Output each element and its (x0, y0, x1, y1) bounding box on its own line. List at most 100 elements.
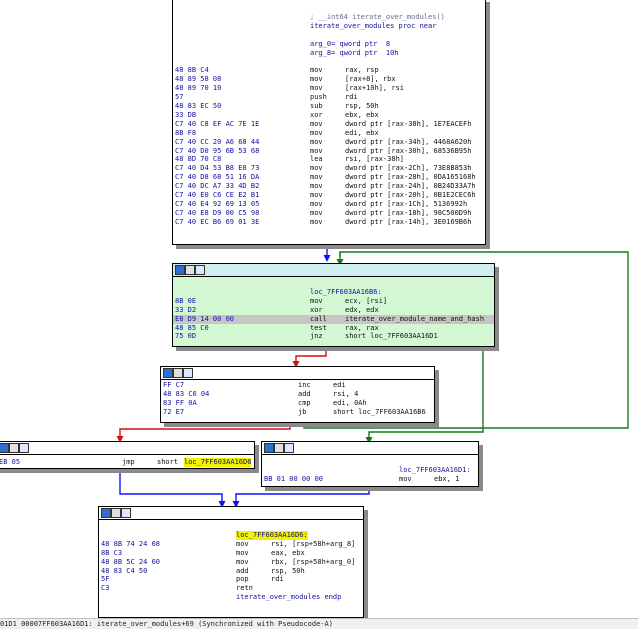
asm-label-line[interactable]: ; __int64 iterate_over_modules() (173, 13, 485, 22)
asm-operand: eax, ebx (271, 548, 305, 557)
jump-target-highlight[interactable]: loc_7FF603AA16D6 (184, 458, 252, 467)
asm-line[interactable]: EB 05 jmp short loc_7FF603AA16D6 (0, 458, 254, 467)
asm-line[interactable]: C7 40 E4 92 69 13 05 mov dword ptr [rax-1C… (173, 200, 485, 209)
asm-line[interactable]: C7 40 D8 68 51 16 DA mov dword ptr [rax-28… (173, 173, 485, 182)
group-icon[interactable] (284, 443, 294, 453)
edit-icon[interactable] (173, 368, 183, 378)
asm-mnemonic: mov (236, 557, 249, 566)
node-epilogue[interactable]: loc_7FF603AA16D6: 48 8B 74 24 68 mov rsi, [… (98, 506, 364, 618)
asm-line[interactable]: 75 0D jnz short loc_7FF603AA16D1 (173, 332, 494, 341)
asm-operand: edi, 0Ah (333, 398, 367, 407)
asm-line[interactable]: C7 40 E8 D9 00 C5 98 mov dword ptr [rax-18… (173, 209, 485, 218)
asm-bytes: 48 8D 70 C8 (175, 155, 222, 164)
asm-line[interactable]: 48 8B C4 mov rax, rsp (173, 66, 485, 75)
asm-mnemonic: mov (310, 128, 323, 137)
asm-line[interactable]: C3 retn (99, 584, 363, 593)
asm-line[interactable]: 5F pop rdi (99, 575, 363, 584)
asm-bytes: 48 8B 74 24 68 (101, 539, 161, 548)
asm-mnemonic: jnz (310, 332, 323, 341)
asm-line[interactable]: 33 DB xor ebx, ebx (173, 111, 485, 120)
asm-label-line[interactable]: loc_7FF603AA16B6: (173, 288, 494, 297)
edge-jb-false[interactable] (119, 421, 291, 437)
group-icon[interactable] (195, 265, 205, 275)
asm-text: loc_7FF603AA16B6: (310, 287, 382, 296)
asm-operand: rbx, [rsp+58h+arg_0] (271, 557, 356, 566)
asm-line[interactable]: 48 83 C6 04 add rsi, 4 (161, 390, 434, 399)
asm-line[interactable]: C7 40 E0 C6 CE E2 B1 mov dword ptr [rax-20… (173, 191, 485, 200)
asm-operand: dword ptr [rax-28h], 0DA165168h (345, 173, 476, 182)
asm-line[interactable]: 8B 0E mov ecx, [rsi] (173, 297, 494, 306)
node-loop-head[interactable]: loc_7FF603AA16B6: 8B 0E mov ecx, [rsi] 33 D2… (172, 263, 495, 347)
asm-line[interactable]: C7 40 CC 20 A6 68 44 mov dword ptr [rax-34… (173, 138, 485, 147)
graph-color-icon[interactable] (0, 443, 9, 453)
asm-line[interactable]: 48 83 EC 50 sub rsp, 50h (173, 102, 485, 111)
asm-line[interactable]: 48 89 70 10 mov [rax+10h], rsi (173, 84, 485, 93)
node-loop-increment[interactable]: FF C7 inc edi 48 83 C6 04 add rsi, 4 83 FF 0A c… (160, 366, 435, 423)
asm-operand: rdi (345, 93, 358, 102)
asm-label-line[interactable] (173, 58, 485, 67)
asm-line[interactable]: 33 D2 xor edx, edx (173, 306, 494, 315)
graph-color-icon[interactable] (264, 443, 274, 453)
asm-operand: dword ptr [rax-34h], 4468A620h (345, 137, 472, 146)
edge-jnz-false[interactable] (295, 345, 327, 362)
node-function-entry[interactable]: ; __int64 iterate_over_modules() iterate_… (172, 0, 486, 245)
asm-line[interactable]: 48 8B 5C 24 60 mov rbx, [rsp+58h+arg_0] (99, 558, 363, 567)
asm-line[interactable]: 72 E7 jb short loc_7FF603AA16B6 (161, 408, 434, 417)
asm-line[interactable]: 48 8B 74 24 68 mov rsi, [rsp+58h+arg_8] (99, 540, 363, 549)
group-icon[interactable] (183, 368, 193, 378)
asm-line[interactable]: 83 FF 0A cmp edi, 0Ah (161, 399, 434, 408)
edit-icon[interactable] (274, 443, 284, 453)
asm-label-line[interactable] (173, 279, 494, 288)
asm-mnemonic: mov (310, 191, 323, 199)
asm-mnemonic: jb (298, 407, 307, 416)
asm-line[interactable]: 57 push rdi (173, 93, 485, 102)
asm-label-line[interactable]: loc_7FF603AA16D1: (262, 466, 478, 475)
asm-label-line[interactable] (99, 522, 363, 531)
asm-line[interactable]: C7 40 EC B6 69 01 3E mov dword ptr [rax-14… (173, 218, 485, 227)
asm-label-line[interactable]: arg_8= qword ptr 10h (173, 49, 485, 58)
edit-icon[interactable] (111, 508, 121, 518)
asm-line[interactable]: 48 83 C4 50 add rsp, 50h (99, 567, 363, 576)
asm-line[interactable]: 48 8D 70 C8 lea rsi, [rax-38h] (173, 155, 485, 164)
graph-color-icon[interactable] (101, 508, 111, 518)
group-icon[interactable] (19, 443, 29, 453)
asm-mnemonic: mov (310, 296, 323, 305)
group-icon[interactable] (121, 508, 131, 518)
edge-found-to-epilogue[interactable] (235, 485, 370, 502)
asm-line[interactable]: BB 01 00 00 00 mov ebx, 1 (262, 475, 478, 484)
asm-mnemonic: add (236, 566, 249, 575)
asm-line[interactable]: E8 D9 14 00 00 call iterate_over_module_na… (173, 314, 494, 324)
asm-operand: short loc_7FF603AA16D1 (345, 332, 438, 341)
asm-label-line[interactable]: arg_0= qword ptr 8 (173, 40, 485, 49)
graph-color-icon[interactable] (163, 368, 173, 378)
asm-line[interactable]: C7 40 D0 95 6B 53 68 mov dword ptr [rax-30… (173, 147, 485, 156)
asm-line[interactable]: 8B F8 mov edi, ebx (173, 129, 485, 138)
asm-line[interactable]: FF C7 inc edi (161, 381, 434, 390)
asm-label-line[interactable]: iterate_over_modules endp (99, 593, 363, 602)
asm-line[interactable]: 48 85 C0 test rax, rax (173, 324, 494, 333)
graph-color-icon[interactable] (175, 265, 185, 275)
asm-line[interactable]: C7 40 D4 53 B8 E8 73 mov dword ptr [rax-2C… (173, 164, 485, 173)
edit-icon[interactable] (9, 443, 19, 453)
asm-line[interactable]: 48 89 58 08 mov [rax+8], rbx (173, 75, 485, 84)
node-found[interactable]: loc_7FF603AA16D1: BB 01 00 00 00 mov ebx, 1 (261, 441, 479, 487)
asm-line[interactable]: 8B C3 mov eax, ebx (99, 549, 363, 558)
asm-mnemonic: mov (310, 199, 323, 208)
edge-jmp-to-epilogue[interactable] (119, 467, 223, 502)
node-jump-exit[interactable]: EB 05 jmp short loc_7FF603AA16D6 (0, 441, 255, 469)
asm-bytes: 75 0D (175, 332, 197, 341)
asm-line[interactable]: C7 40 C8 EF AC 7E 1E mov dword ptr [rax-38… (173, 120, 485, 129)
asm-label-line[interactable]: loc_7FF603AA16D6: (99, 530, 363, 540)
asm-label-line[interactable] (173, 31, 485, 40)
asm-mnemonic: mov (310, 182, 323, 191)
asm-label-line[interactable]: iterate_over_modules proc near (173, 22, 485, 31)
location-label-highlight[interactable]: loc_7FF603AA16D6: (236, 530, 308, 540)
node-header (0, 442, 254, 455)
asm-bytes: C7 40 D8 68 51 16 DA (175, 173, 260, 182)
edit-icon[interactable] (185, 265, 195, 275)
status-bar: 01D1 00007FF603AA16D1: iterate_over_modu… (0, 618, 638, 629)
asm-label-line[interactable] (262, 457, 478, 466)
asm-line[interactable]: C7 40 DC A7 33 4D B2 mov dword ptr [rax-24… (173, 182, 485, 191)
asm-operand: dword ptr [rax-1Ch], 5136992h (345, 199, 468, 208)
asm-mnemonic: mov (310, 66, 323, 75)
